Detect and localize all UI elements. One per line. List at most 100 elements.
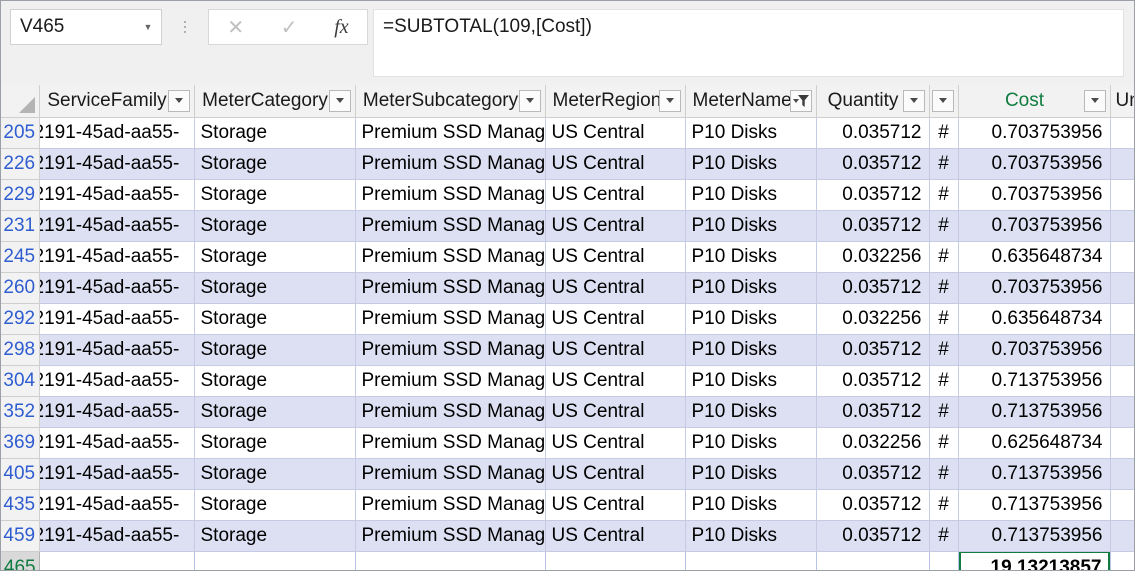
row-header[interactable]: 369 [1, 427, 39, 458]
cell-servicefamily[interactable]: 2191-45ad-aa55- [39, 365, 194, 396]
cell-metersubcategory[interactable]: Premium SSD Manag [355, 334, 545, 365]
cell-servicefamily[interactable]: 2191-45ad-aa55- [39, 179, 194, 210]
cell-unit[interactable] [1110, 365, 1134, 396]
cell-servicefamily[interactable]: 2191-45ad-aa55- [39, 520, 194, 551]
cell-quantity[interactable]: 0.035712 [816, 334, 929, 365]
filter-dropdown-icon[interactable] [519, 90, 541, 112]
cell-cost[interactable]: 0.713753956 [958, 489, 1110, 520]
cell-metersubcategory[interactable]: Premium SSD Manag [355, 179, 545, 210]
cell-quantity[interactable]: 0.035712 [816, 489, 929, 520]
column-header-quantity[interactable]: Quantity [816, 85, 929, 117]
cell-cost[interactable]: 0.635648734 [958, 241, 1110, 272]
cell-metercategory[interactable]: Storage [194, 520, 355, 551]
cell-meterregion[interactable]: US Central [545, 179, 685, 210]
cell-meterregion[interactable]: US Central [545, 241, 685, 272]
cell-metername[interactable]: P10 Disks [685, 148, 816, 179]
cell-unit[interactable] [1110, 210, 1134, 241]
cell-metersubcategory[interactable]: Premium SSD Manag [355, 303, 545, 334]
column-header-metersubcategory[interactable]: MeterSubcategory [355, 85, 545, 117]
cell-quantity[interactable]: 0.035712 [816, 458, 929, 489]
cell-meterregion[interactable]: US Central [545, 427, 685, 458]
cell-metercategory[interactable]: Storage [194, 334, 355, 365]
cell-meterregion[interactable]: US Central [545, 210, 685, 241]
cell-metercategory[interactable]: Storage [194, 427, 355, 458]
cell-unit[interactable] [1110, 489, 1134, 520]
cell-metername[interactable]: P10 Disks [685, 241, 816, 272]
cell-servicefamily[interactable]: 2191-45ad-aa55- [39, 427, 194, 458]
column-header-meterregion[interactable]: MeterRegion [545, 85, 685, 117]
enter-icon[interactable]: ✓ [281, 15, 298, 40]
cell-cost[interactable]: 0.713753956 [958, 396, 1110, 427]
cell-metersubcategory[interactable]: Premium SSD Manag [355, 396, 545, 427]
filter-dropdown-icon[interactable] [168, 90, 190, 112]
cell-servicefamily[interactable]: 2191-45ad-aa55- [39, 303, 194, 334]
cell-metername[interactable]: P10 Disks [685, 520, 816, 551]
total-cell-empty[interactable] [39, 551, 194, 570]
cell-unit[interactable] [1110, 179, 1134, 210]
cell-quantity[interactable]: 0.035712 [816, 520, 929, 551]
row-header[interactable]: 205 [1, 117, 39, 148]
cell-metercategory[interactable]: Storage [194, 272, 355, 303]
cell-metername[interactable]: P10 Disks [685, 179, 816, 210]
row-header[interactable]: 405 [1, 458, 39, 489]
insert-function-icon[interactable]: fx [334, 16, 348, 39]
cell-unit[interactable] [1110, 396, 1134, 427]
total-cell-empty[interactable] [816, 551, 929, 570]
cell-metername[interactable]: P10 Disks [685, 117, 816, 148]
cell-meterregion[interactable]: US Central [545, 272, 685, 303]
cell-meterregion[interactable]: US Central [545, 458, 685, 489]
cell-metersubcategory[interactable]: Premium SSD Manag [355, 272, 545, 303]
row-header[interactable]: 298 [1, 334, 39, 365]
cell-metersubcategory[interactable]: Premium SSD Manag [355, 458, 545, 489]
cell-metername[interactable]: P10 Disks [685, 427, 816, 458]
total-cell-empty[interactable] [545, 551, 685, 570]
cell-cost[interactable]: 0.703753956 [958, 210, 1110, 241]
cancel-icon[interactable]: ✕ [227, 15, 244, 40]
cell-quantity[interactable]: 0.032256 [816, 303, 929, 334]
cell-unit[interactable] [1110, 520, 1134, 551]
cell-meterregion[interactable]: US Central [545, 489, 685, 520]
row-header[interactable]: 292 [1, 303, 39, 334]
cell-metercategory[interactable]: Storage [194, 210, 355, 241]
filter-dropdown-icon[interactable] [1084, 90, 1106, 112]
name-box[interactable]: V465 ▼ [10, 9, 162, 45]
cell-flag[interactable]: # [929, 179, 958, 210]
row-header[interactable]: 260 [1, 272, 39, 303]
cell-metercategory[interactable]: Storage [194, 458, 355, 489]
total-cell-empty[interactable] [685, 551, 816, 570]
filter-active-funnel-icon[interactable] [790, 90, 812, 112]
cell-meterregion[interactable]: US Central [545, 117, 685, 148]
cell-servicefamily[interactable]: 2191-45ad-aa55- [39, 334, 194, 365]
cell-quantity[interactable]: 0.032256 [816, 241, 929, 272]
cell-servicefamily[interactable]: 2191-45ad-aa55- [39, 458, 194, 489]
cell-metersubcategory[interactable]: Premium SSD Manag [355, 210, 545, 241]
cell-flag[interactable]: # [929, 303, 958, 334]
row-header[interactable]: 226 [1, 148, 39, 179]
cell-metersubcategory[interactable]: Premium SSD Manag [355, 241, 545, 272]
filter-dropdown-icon[interactable] [659, 90, 681, 112]
column-header-metername[interactable]: MeterName [685, 85, 816, 117]
cell-metercategory[interactable]: Storage [194, 179, 355, 210]
cell-metercategory[interactable]: Storage [194, 396, 355, 427]
cell-cost[interactable]: 0.713753956 [958, 365, 1110, 396]
cell-cost[interactable]: 0.703753956 [958, 148, 1110, 179]
row-header[interactable]: 435 [1, 489, 39, 520]
cell-servicefamily[interactable]: 2191-45ad-aa55- [39, 148, 194, 179]
total-cell-empty[interactable] [194, 551, 355, 570]
cell-meterregion[interactable]: US Central [545, 396, 685, 427]
cell-flag[interactable]: # [929, 365, 958, 396]
cell-flag[interactable]: # [929, 458, 958, 489]
cell-metername[interactable]: P10 Disks [685, 334, 816, 365]
name-box-chevron-down-icon[interactable]: ▼ [135, 9, 161, 45]
cell-flag[interactable]: # [929, 272, 958, 303]
cell-metername[interactable]: P10 Disks [685, 210, 816, 241]
cell-meterregion[interactable]: US Central [545, 334, 685, 365]
cell-metercategory[interactable]: Storage [194, 148, 355, 179]
cell-servicefamily[interactable]: 2191-45ad-aa55- [39, 117, 194, 148]
row-header[interactable]: 229 [1, 179, 39, 210]
cell-quantity[interactable]: 0.035712 [816, 117, 929, 148]
total-cell-empty[interactable] [1110, 551, 1134, 570]
cell-metername[interactable]: P10 Disks [685, 272, 816, 303]
column-header-cost[interactable]: Cost [958, 85, 1110, 117]
cell-cost[interactable]: 0.703753956 [958, 272, 1110, 303]
